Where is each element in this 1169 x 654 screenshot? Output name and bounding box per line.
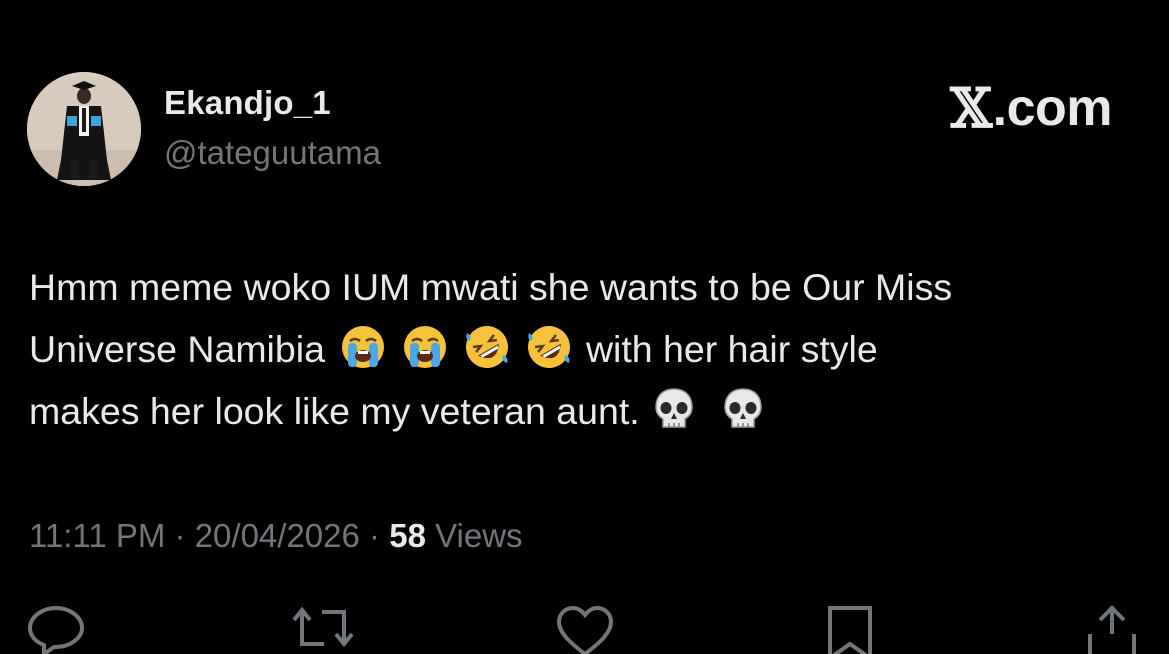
tweet-time[interactable]: 11:11 PM (29, 517, 165, 554)
rolling-on-floor-laughing-icon (525, 323, 573, 371)
tweet-text-segment: Universe Namibia (29, 328, 325, 370)
avatar[interactable] (27, 72, 141, 186)
tweet-line-2: Universe Namibia with her hair style (29, 318, 1149, 380)
display-name[interactable]: Ekandjo_1 (164, 84, 331, 122)
brand-domain: .com (992, 79, 1113, 137)
tweet-line-1: Hmm meme woko IUM mwati she wants to be … (29, 266, 953, 308)
skull-icon (719, 385, 767, 433)
loudly-crying-face-icon (339, 323, 387, 371)
x-icon: 𝕏 (950, 76, 992, 140)
views-label[interactable]: Views (435, 517, 522, 554)
loudly-crying-face-icon (401, 323, 449, 371)
tweet-date[interactable]: 20/04/2026 (195, 517, 360, 554)
bookmark-icon[interactable] (824, 604, 884, 654)
tweet-line-3: makes her look like my veteran aunt. (29, 380, 1149, 442)
meta-separator: · (174, 517, 195, 554)
tweet-text-segment: with her hair style (585, 328, 878, 370)
share-icon[interactable] (1086, 604, 1146, 654)
reply-icon[interactable] (28, 604, 88, 654)
tweet-meta: 11:11 PM · 20/04/2026 · 58 Views (29, 517, 523, 555)
x-logo: 𝕏 .com (950, 76, 1112, 140)
like-icon[interactable] (555, 604, 615, 654)
tweet-text: Hmm meme woko IUM mwati she wants to be … (29, 256, 1149, 442)
views-count[interactable]: 58 (389, 517, 426, 554)
meta-separator: · (369, 517, 390, 554)
action-bar (0, 604, 1169, 654)
rolling-on-floor-laughing-icon (463, 323, 511, 371)
skull-icon (650, 385, 698, 433)
user-handle[interactable]: @tateguutama (164, 134, 381, 172)
retweet-icon[interactable] (288, 604, 354, 654)
tweet-text-segment: makes her look like my veteran aunt. (29, 390, 640, 432)
